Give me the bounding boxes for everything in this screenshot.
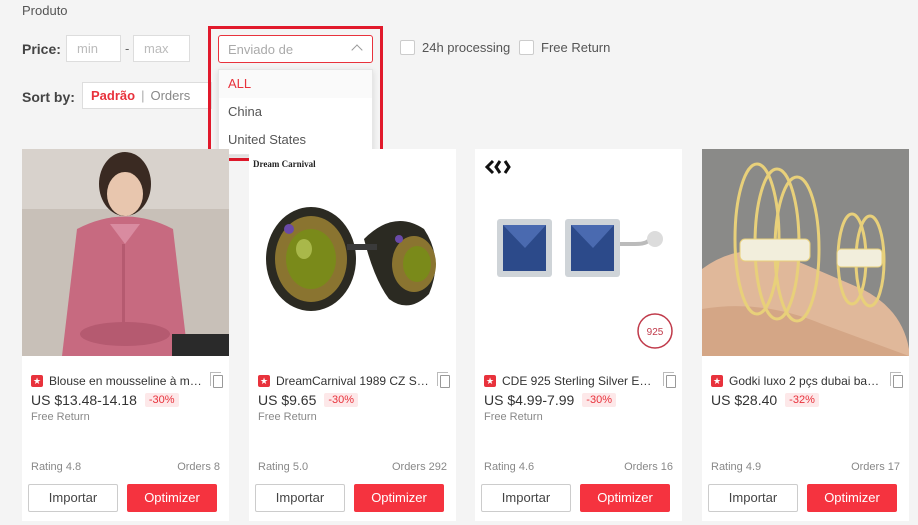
star-icon: ★ — [31, 375, 43, 387]
sort-option-default[interactable]: Padrão — [91, 88, 135, 103]
free-return-label: Free Return — [541, 40, 611, 55]
import-button[interactable]: Importar — [255, 484, 345, 512]
copy-icon[interactable] — [437, 372, 450, 388]
price-label: Price: — [22, 41, 61, 57]
price-row: US $4.99-7.99 -30% — [484, 392, 616, 408]
product-card[interactable]: 925 ★ CDE 925 Sterling Silver Earrings U… — [475, 149, 682, 521]
product-title-row: ★ CDE 925 Sterling Silver Earrings — [484, 372, 676, 389]
free-return-text: Free Return — [258, 411, 317, 423]
product-image[interactable] — [22, 149, 229, 356]
discount-badge: -30% — [144, 393, 179, 407]
product-orders: Orders 16 — [624, 461, 673, 473]
product-card[interactable]: Dream Carnival ★ DreamCarnival 1989 CZ S… — [249, 149, 456, 521]
checkbox-icon[interactable] — [519, 40, 534, 55]
discount-badge: -32% — [785, 393, 819, 407]
copy-icon[interactable] — [890, 372, 903, 388]
free-return-text: Free Return — [484, 411, 543, 423]
discount-badge: -30% — [582, 393, 616, 407]
ship-from-select[interactable]: Enviado de — [218, 35, 373, 63]
sort-options: Padrão | Orders — [82, 82, 212, 109]
product-price: US $13.48-14.18 — [31, 392, 137, 408]
ship-from-placeholder: Enviado de — [228, 42, 294, 57]
product-title[interactable]: DreamCarnival 1989 CZ Stud Earrings — [276, 374, 431, 388]
sort-label: Sort by: — [22, 89, 75, 105]
import-button[interactable]: Importar — [28, 484, 118, 512]
product-image[interactable] — [249, 149, 456, 356]
price-row: US $9.65 -30% — [258, 392, 359, 408]
product-price: US $28.40 — [711, 392, 778, 408]
optimize-button[interactable]: Optimizer — [807, 484, 897, 512]
optimize-button[interactable]: Optimizer — [580, 484, 670, 512]
price-row: US $13.48-14.18 -30% — [31, 392, 179, 408]
processing-24h-label: 24h processing — [422, 40, 511, 55]
price-separator: - — [125, 41, 130, 56]
product-orders: Orders 8 — [177, 461, 220, 473]
discount-badge: -30% — [324, 393, 359, 407]
product-orders: Orders 17 — [851, 461, 900, 473]
sort-option-orders[interactable]: Orders — [150, 88, 190, 103]
free-return-text: Free Return — [31, 411, 90, 423]
product-rating: Rating 5.0 — [258, 461, 309, 473]
ship-from-menu: ALL China United States — [218, 69, 373, 155]
import-button[interactable]: Importar — [481, 484, 571, 512]
import-button[interactable]: Importar — [708, 484, 798, 512]
product-price: US $4.99-7.99 — [484, 392, 575, 408]
product-card[interactable]: ★ Blouse en mousseline à manches longues… — [22, 149, 229, 521]
product-price: US $9.65 — [258, 392, 317, 408]
optimize-button[interactable]: Optimizer — [127, 484, 217, 512]
product-title[interactable]: Godki luxo 2 pçs dubai bangle set — [729, 374, 884, 388]
product-image[interactable] — [702, 149, 909, 356]
optimize-button[interactable]: Optimizer — [354, 484, 444, 512]
product-title[interactable]: Blouse en mousseline à manches longues p… — [49, 374, 204, 388]
chevron-up-icon — [351, 44, 363, 56]
product-title-row: ★ Godki luxo 2 pçs dubai bangle set — [711, 372, 903, 389]
product-title[interactable]: CDE 925 Sterling Silver Earrings — [502, 374, 657, 388]
brand-logo-text: Dream Carnival — [253, 159, 316, 169]
price-row: US $28.40 -32% — [711, 392, 819, 408]
product-image[interactable]: 925 — [475, 149, 682, 356]
star-icon: ★ — [484, 375, 496, 387]
section-title: Produto — [22, 3, 68, 18]
product-title-row: ★ DreamCarnival 1989 CZ Stud Earrings — [258, 372, 450, 389]
star-icon: ★ — [258, 375, 270, 387]
product-orders: Orders 292 — [391, 461, 447, 473]
product-rating: Rating 4.8 — [31, 461, 82, 473]
copy-icon[interactable] — [210, 372, 223, 388]
filter-row: Price: min - max 24h processing Free Ret… — [22, 35, 902, 63]
free-return-checkbox[interactable]: Free Return — [519, 40, 610, 55]
product-card[interactable]: ★ Godki luxo 2 pçs dubai bangle set US $… — [702, 149, 909, 521]
ship-from-option-all[interactable]: ALL — [219, 70, 372, 98]
price-min-input[interactable]: min — [66, 35, 121, 62]
checkbox-icon[interactable] — [400, 40, 415, 55]
sort-separator: | — [141, 88, 145, 103]
silver-925-stamp: 925 — [647, 327, 664, 338]
star-icon: ★ — [711, 375, 723, 387]
ship-from-option-china[interactable]: China — [219, 98, 372, 126]
product-rating: Rating 4.6 — [484, 461, 535, 473]
processing-24h-checkbox[interactable]: 24h processing — [400, 40, 510, 55]
copy-icon[interactable] — [663, 372, 676, 388]
product-title-row: ★ Blouse en mousseline à manches longues… — [31, 372, 223, 389]
product-rating: Rating 4.9 — [711, 461, 762, 473]
price-max-input[interactable]: max — [133, 35, 190, 62]
